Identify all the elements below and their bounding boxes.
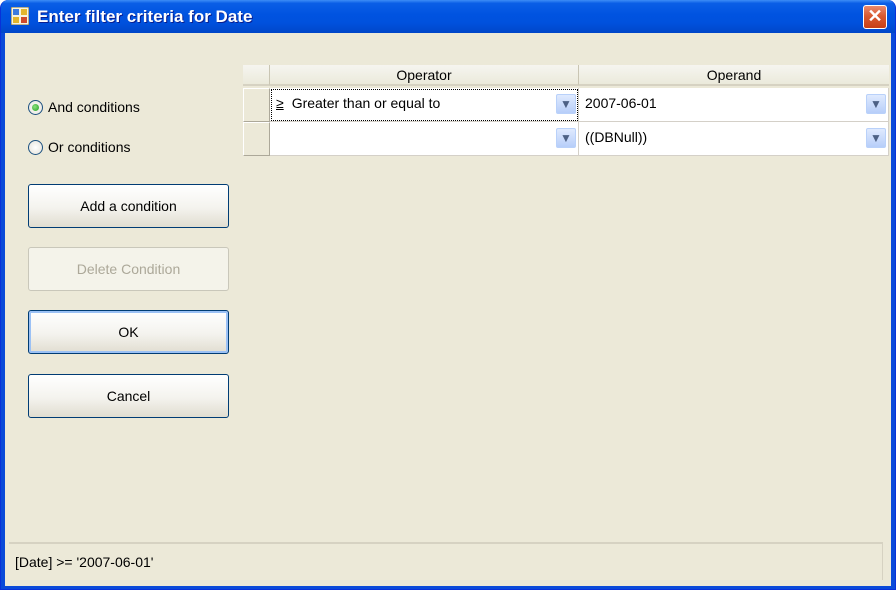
and-conditions-radio[interactable]: And conditions [28, 99, 140, 115]
chevron-down-icon[interactable]: ▼ [866, 94, 886, 114]
row-selector[interactable] [243, 122, 270, 156]
window-title: Enter filter criteria for Date [37, 7, 253, 26]
ok-label: OK [118, 324, 139, 340]
filter-expression-status: [Date] >= '2007-06-01' [9, 542, 883, 580]
cancel-label: Cancel [106, 388, 151, 404]
radio-unselected-indicator[interactable] [28, 139, 43, 155]
add-condition-button[interactable]: Add a condition [28, 184, 229, 228]
or-conditions-label: Or conditions [48, 139, 131, 155]
operator-symbol: ≥ [276, 95, 284, 111]
operand-value: ((DBNull)) [585, 129, 648, 145]
window-app-icon [11, 7, 29, 25]
row-selector[interactable] [243, 88, 270, 122]
operator-cell[interactable]: ▼ [270, 122, 579, 156]
operand-cell[interactable]: 2007-06-01 ▼ [579, 88, 889, 122]
delete-condition-button[interactable]: Delete Condition [28, 247, 229, 291]
close-icon: ✕ [867, 6, 883, 26]
and-conditions-label: And conditions [48, 99, 140, 115]
chevron-down-icon[interactable]: ▼ [866, 128, 886, 148]
operator-column-header[interactable]: Operator [270, 65, 579, 86]
operand-column-header[interactable]: Operand [579, 65, 889, 86]
chevron-down-icon[interactable]: ▼ [556, 128, 576, 148]
ok-button[interactable]: OK [28, 310, 229, 354]
dialog-body: And conditions Or conditions Add a condi… [5, 33, 891, 586]
operator-text: Greater than or equal to [291, 95, 441, 111]
close-button[interactable]: ✕ [863, 5, 887, 29]
operator-cell[interactable]: ≥ Greater than or equal to ▼ [270, 88, 579, 122]
cancel-button[interactable]: Cancel [28, 374, 229, 418]
or-conditions-radio[interactable]: Or conditions [28, 139, 130, 155]
radio-selected-indicator[interactable] [28, 99, 43, 115]
chevron-down-icon[interactable]: ▼ [556, 94, 576, 114]
operand-value: 2007-06-01 [585, 95, 657, 111]
delete-condition-label: Delete Condition [76, 261, 181, 277]
row-header-corner [243, 65, 270, 86]
add-condition-label: Add a condition [80, 198, 177, 214]
title-bar[interactable]: Enter filter criteria for Date ✕ [1, 0, 895, 33]
filter-dialog: Enter filter criteria for Date ✕ And con… [0, 0, 896, 590]
operand-cell[interactable]: ((DBNull)) ▼ [579, 122, 889, 156]
